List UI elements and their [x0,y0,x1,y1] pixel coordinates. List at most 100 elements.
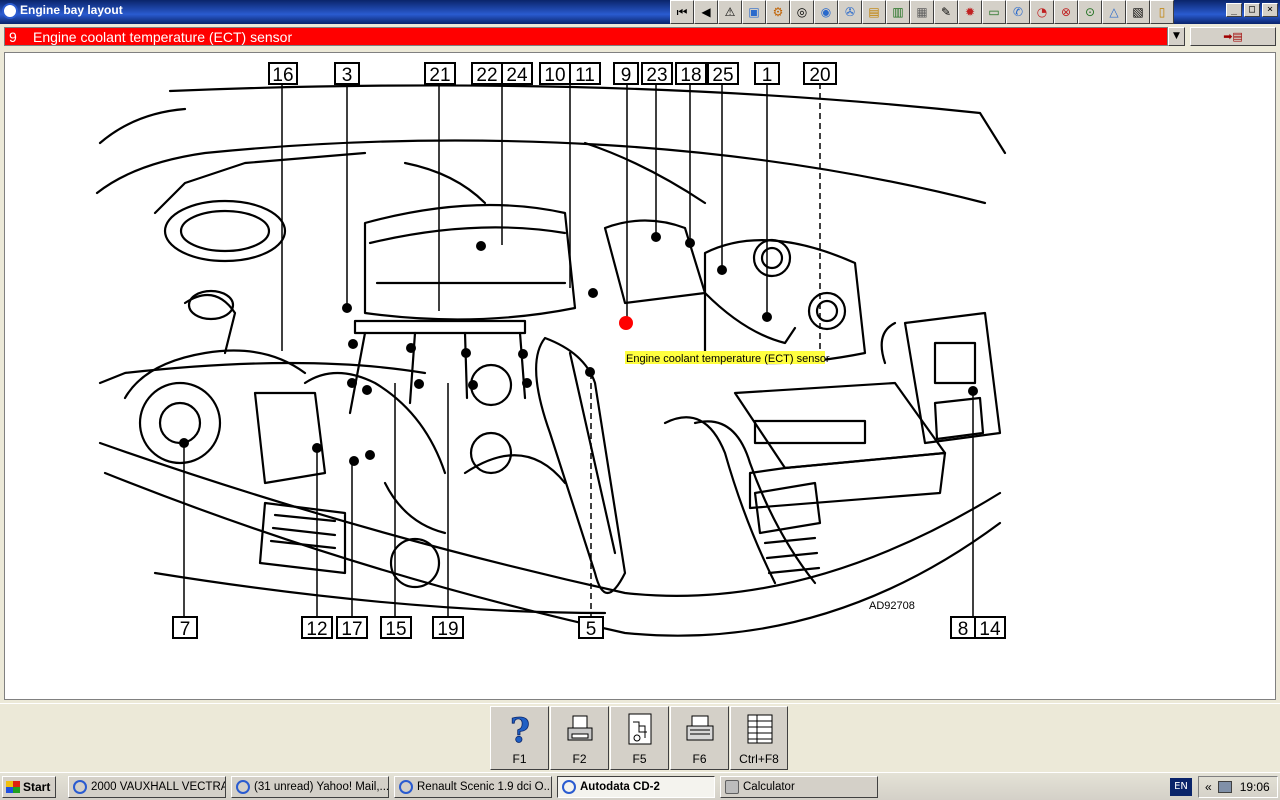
callout-11[interactable]: 11 [569,62,601,86]
svg-text:18: 18 [680,65,701,86]
task-autodata[interactable]: Autodata CD-2 [557,776,715,798]
svg-text:20: 20 [809,65,830,86]
browser-icon [73,780,87,794]
tools-icon[interactable]: ✇ [838,0,862,24]
svg-text:3: 3 [342,65,353,86]
ctrl-f8-table-button[interactable]: Ctrl+F8 [730,706,788,770]
belt-icon[interactable]: ▭ [982,0,1006,24]
callout-14[interactable]: 14 [974,616,1006,640]
previous-icon[interactable]: ◀ [694,0,718,24]
svg-text:9: 9 [621,65,632,86]
wheel-icon[interactable]: ◎ [790,0,814,24]
window-title: Engine bay layout [20,3,123,17]
callout-5[interactable]: 5 [578,616,604,640]
browser-icon [236,780,250,794]
warning-triangle-icon[interactable]: △ [1102,0,1126,24]
svg-text:17: 17 [341,619,362,640]
gear-icon[interactable]: ⚙ [766,0,790,24]
clipboard-icon[interactable]: ▯ [1150,0,1174,24]
ect-sensor-highlight[interactable] [619,316,633,330]
callout-7[interactable]: 7 [172,616,198,640]
wiring-icon[interactable]: ✎ [934,0,958,24]
svg-text:22: 22 [476,65,497,86]
callout-1[interactable]: 1 [754,62,780,86]
windows-logo-icon [6,781,20,793]
callout-10[interactable]: 10 [539,62,571,86]
callout-17[interactable]: 17 [336,616,368,640]
warning-icon[interactable]: ⚠ [718,0,742,24]
system-tray: « 19:06 [1198,776,1278,798]
window-controls: _ □ × [1226,3,1278,17]
minimize-button[interactable]: _ [1226,3,1242,17]
ecu-icon[interactable]: ▥ [886,0,910,24]
svg-text:1: 1 [762,65,773,86]
f2-print-button[interactable]: F2 [550,706,609,770]
language-indicator[interactable]: EN [1170,778,1192,796]
svg-text:11: 11 [575,65,595,86]
start-button[interactable]: Start [2,776,56,798]
task-yahoo-mail[interactable]: (31 unread) Yahoo! Mail,... [231,776,389,798]
dropdown-arrow-icon[interactable]: ▼ [1168,27,1185,46]
svg-text:7: 7 [180,619,191,640]
callout-24[interactable]: 24 [501,62,533,86]
selector-row: 9 Engine coolant temperature (ECT) senso… [0,26,1280,48]
f6-print-preview-button[interactable]: F6 [670,706,729,770]
document-icon[interactable]: ▧ [1126,0,1150,24]
task-renault-scenic[interactable]: Renault Scenic 1.9 dci O... [394,776,552,798]
browser-icon [399,780,413,794]
title-bar: Engine bay layout ⏮ ◀ ⚠ ▣ ⚙ ◎ ◉ ✇ ▤ ▥ ▦ … [0,0,1280,24]
callout-25[interactable]: 25 [707,62,739,86]
svg-text:8: 8 [958,619,969,640]
task-calculator[interactable]: Calculator [720,776,878,798]
brake-icon[interactable]: ⊗ [1054,0,1078,24]
svg-text:5: 5 [586,619,597,640]
task-vauxhall[interactable]: 2000 VAUXHALL VECTRA... [68,776,226,798]
spark-icon[interactable]: ✹ [958,0,982,24]
service-icon[interactable]: ⊙ [1078,0,1102,24]
tray-expand-icon[interactable]: « [1205,780,1212,794]
toolbar: ⏮ ◀ ⚠ ▣ ⚙ ◎ ◉ ✇ ▤ ▥ ▦ ✎ ✹ ▭ ✆ ◔ ⊗ ⊙ △ ▧ … [670,0,1174,24]
network-icon[interactable] [1217,781,1232,793]
svg-text:24: 24 [506,65,528,86]
help-icon[interactable]: ✆ [1006,0,1030,24]
printer-icon [567,715,593,741]
engine-icon[interactable]: ▦ [910,0,934,24]
print-preview-icon [686,715,714,741]
callout-23[interactable]: 23 [641,62,673,86]
help-icon: ? [510,712,531,748]
svg-text:23: 23 [646,65,667,86]
callout-15[interactable]: 15 [380,616,412,640]
callout-12[interactable]: 12 [301,616,333,640]
component-name: Engine coolant temperature (ECT) sensor [33,28,293,45]
f5-diagram-button[interactable]: F5 [610,706,669,770]
svg-text:19: 19 [437,619,458,640]
diagram-panel: Engine coolant temperature (ECT) sensor … [4,52,1276,700]
svg-text:12: 12 [306,619,327,640]
callout-8[interactable]: 8 [950,616,976,640]
svg-text:25: 25 [712,65,733,86]
f1-help-button[interactable]: ? F1 [490,706,549,770]
svg-text:21: 21 [429,65,450,86]
first-page-icon[interactable]: ⏮ [670,0,694,24]
callout-22[interactable]: 22 [471,62,503,86]
close-button[interactable]: × [1262,3,1278,17]
callout-18[interactable]: 18 [675,62,707,86]
svg-text:15: 15 [385,619,406,640]
export-button[interactable]: ➡▤ [1190,27,1276,46]
tachometer-icon[interactable]: ◔ [1030,0,1054,24]
callout-20[interactable]: 20 [803,62,837,86]
tyre-icon[interactable]: ◉ [814,0,838,24]
function-key-bar: ? F1 F2 F5 F6 Ctrl+F8 [0,703,1280,771]
taskbar: Start 2000 VAUXHALL VECTRA... (31 unread… [0,772,1280,800]
svg-text:10: 10 [544,65,565,86]
picture-icon[interactable]: ▣ [742,0,766,24]
callout-16[interactable]: 16 [268,62,298,86]
callout-3[interactable]: 3 [334,62,360,86]
component-dropdown[interactable]: 9 Engine coolant temperature (ECT) senso… [4,27,1168,46]
callout-19[interactable]: 19 [432,616,464,640]
callout-9[interactable]: 9 [613,62,639,86]
svg-text:16: 16 [272,65,293,86]
callout-21[interactable]: 21 [424,62,456,86]
battery-icon[interactable]: ▤ [862,0,886,24]
maximize-button[interactable]: □ [1244,3,1260,17]
